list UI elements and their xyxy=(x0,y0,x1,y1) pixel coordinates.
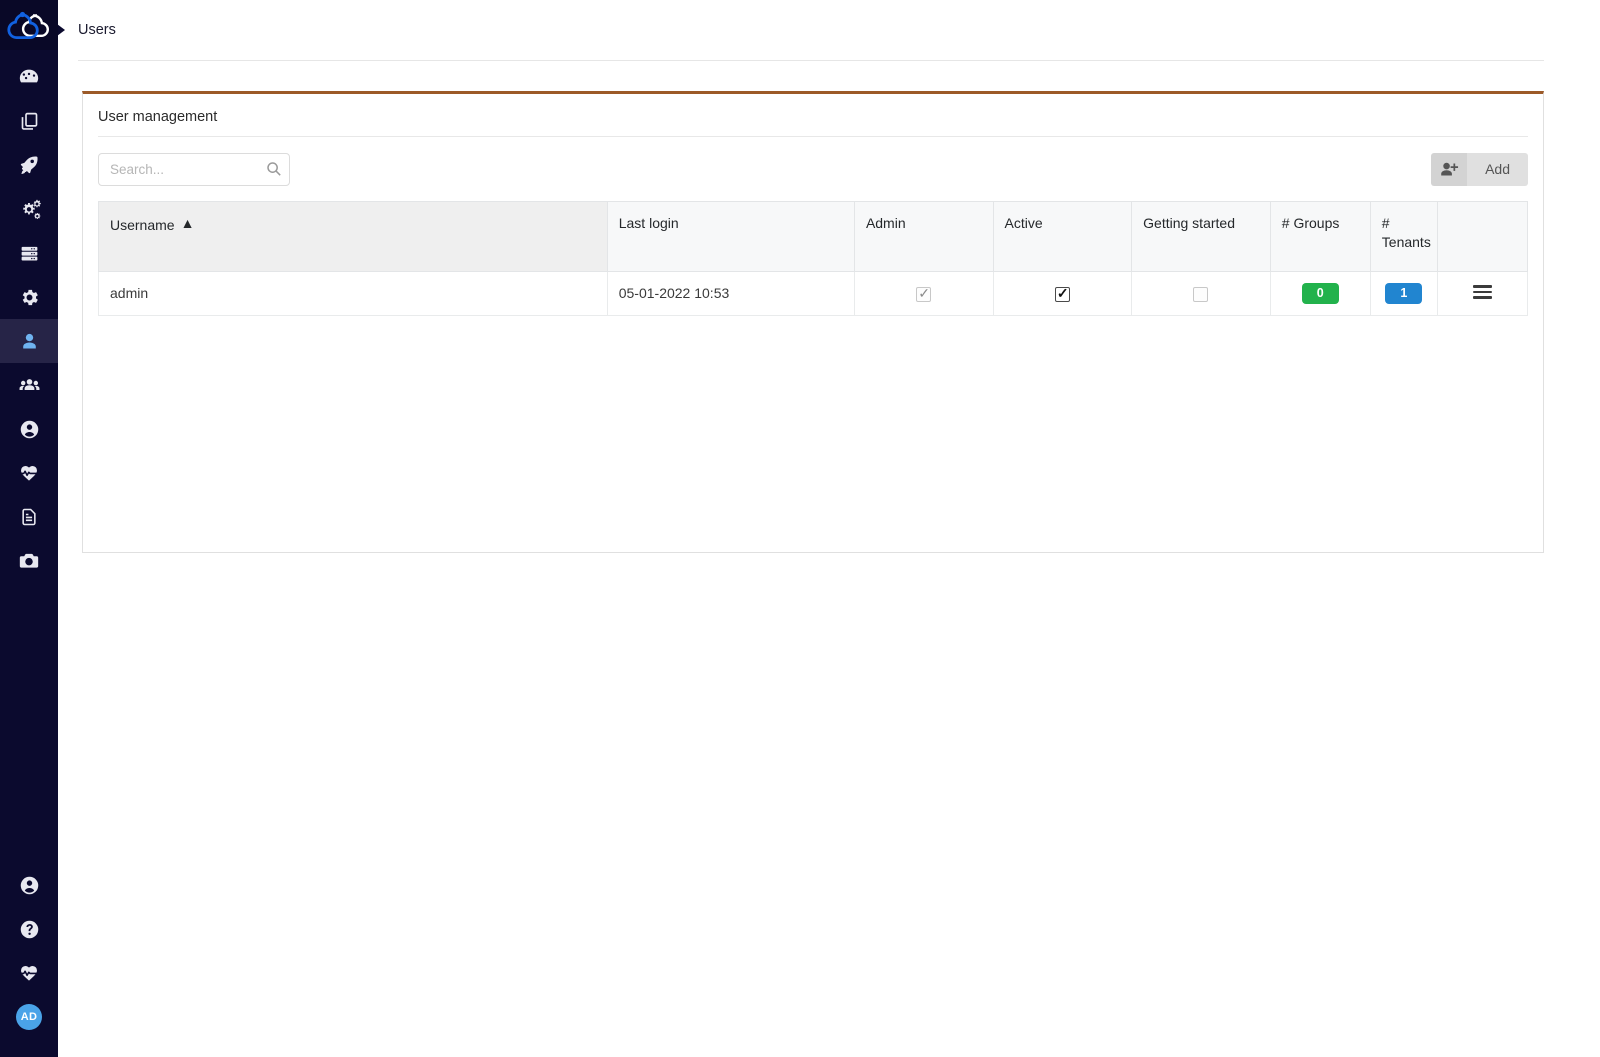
check-icon: ✓ xyxy=(1056,284,1069,301)
cell-groups: 0 xyxy=(1269,271,1371,316)
file-document-icon xyxy=(19,507,39,527)
chevron-right-icon xyxy=(57,0,71,60)
cell-admin: ✓ xyxy=(853,271,994,316)
gauge-icon xyxy=(18,66,40,88)
sidebar-item-avatar[interactable]: AD xyxy=(0,995,58,1039)
groups-badge[interactable]: 0 xyxy=(1301,282,1339,304)
sidebar-item-tenants[interactable] xyxy=(0,407,58,451)
sidebar-nav-secondary: AD xyxy=(0,863,58,1057)
column-label-username: Username xyxy=(110,217,175,233)
sidebar-item-health[interactable] xyxy=(0,451,58,495)
question-circle-icon xyxy=(19,919,40,940)
cloud-logo-icon xyxy=(6,10,52,40)
heartbeat-icon xyxy=(18,462,40,484)
add-user-button[interactable]: Add xyxy=(1431,152,1528,186)
sidebar-item-status[interactable] xyxy=(0,951,58,995)
cell-getting-started xyxy=(1131,271,1271,316)
column-header-last-login[interactable]: Last login xyxy=(606,201,855,272)
user-icon xyxy=(19,331,40,352)
sidebar: AD xyxy=(0,0,58,1057)
rocket-icon xyxy=(18,154,40,176)
search-input[interactable] xyxy=(98,152,290,186)
column-label-active: Active xyxy=(1004,215,1043,231)
user-circle-icon xyxy=(19,419,40,440)
cell-tenants: 1 xyxy=(1369,271,1438,316)
sidebar-item-users[interactable] xyxy=(0,319,58,363)
column-label-getting-started: Getting started xyxy=(1143,215,1235,231)
sidebar-nav-primary xyxy=(0,55,58,583)
user-plus-icon[interactable] xyxy=(1431,152,1468,186)
admin-checkbox[interactable]: ✓ xyxy=(916,284,932,302)
tenants-badge[interactable]: 1 xyxy=(1385,282,1423,304)
avatar: AD xyxy=(16,1004,42,1030)
users-group-icon xyxy=(18,374,41,397)
column-header-getting-started[interactable]: Getting started xyxy=(1131,201,1271,272)
column-label-last-login: Last login xyxy=(618,215,679,231)
active-checkbox[interactable]: ✓ xyxy=(1054,284,1070,302)
page-title: User management xyxy=(98,109,218,125)
sidebar-item-blueprints[interactable] xyxy=(0,99,58,143)
cell-username: admin xyxy=(98,271,608,316)
breadcrumb[interactable]: Users xyxy=(78,22,116,38)
topbar-divider xyxy=(78,60,1544,61)
sidebar-item-help[interactable] xyxy=(0,907,58,951)
camera-icon xyxy=(18,550,40,572)
column-label-groups: # Groups xyxy=(1281,215,1340,231)
sidebar-item-user-groups[interactable] xyxy=(0,363,58,407)
sidebar-item-snapshots[interactable] xyxy=(0,539,58,583)
column-header-tenants[interactable]: # Tenants xyxy=(1369,201,1438,272)
sidebar-item-logs[interactable] xyxy=(0,495,58,539)
cell-active: ✓ xyxy=(992,271,1133,316)
table-toolbar: Add xyxy=(83,137,1543,201)
sidebar-item-services[interactable] xyxy=(0,187,58,231)
heartbeat-icon xyxy=(18,962,40,984)
users-table: Username ▲ Last login Admin Active Gettin… xyxy=(98,201,1529,316)
users-table-wrap: Username ▲ Last login Admin Active Gettin… xyxy=(83,201,1543,316)
column-header-groups[interactable]: # Groups xyxy=(1269,201,1371,272)
search-field xyxy=(98,152,290,186)
sidebar-item-deployments[interactable] xyxy=(0,143,58,187)
column-header-admin[interactable]: Admin xyxy=(853,201,994,272)
sidebar-item-system[interactable] xyxy=(0,275,58,319)
copy-files-icon xyxy=(19,111,40,132)
server-icon xyxy=(19,243,40,264)
add-user-label[interactable]: Add xyxy=(1467,152,1528,186)
sidebar-item-dashboard[interactable] xyxy=(0,55,58,99)
user-management-panel: User management Add xyxy=(82,91,1544,553)
column-label-admin: Admin xyxy=(865,215,906,231)
check-icon: ✓ xyxy=(918,284,930,301)
cell-last-login: 05-01-2022 10:53 xyxy=(606,271,855,316)
sort-ascending-icon: ▲ xyxy=(180,215,195,231)
app-logo[interactable] xyxy=(0,0,58,50)
cell-row-actions xyxy=(1436,271,1529,316)
sidebar-item-hosts[interactable] xyxy=(0,231,58,275)
column-header-active[interactable]: Active xyxy=(992,201,1133,272)
gear-icon xyxy=(19,287,40,308)
top-bar: Users xyxy=(57,0,1600,60)
sidebar-item-account[interactable] xyxy=(0,863,58,907)
getting-started-checkbox[interactable] xyxy=(1193,286,1209,302)
column-header-actions xyxy=(1436,201,1529,272)
column-label-tenants: # Tenants xyxy=(1381,215,1431,250)
table-header-row: Username ▲ Last login Admin Active Gettin… xyxy=(98,201,1529,272)
cogs-icon xyxy=(18,198,41,221)
column-header-username[interactable]: Username ▲ xyxy=(98,201,608,272)
user-circle-icon xyxy=(19,875,40,896)
hamburger-menu-icon[interactable] xyxy=(1472,282,1492,302)
table-row[interactable]: admin 05-01-2022 10:53 ✓ ✓ 0 1 xyxy=(98,271,1529,316)
